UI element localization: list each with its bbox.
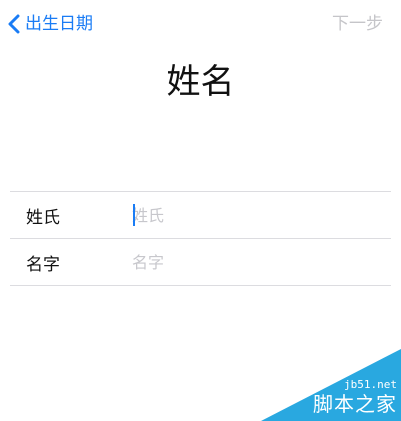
- first-name-row: 名字: [10, 239, 391, 285]
- next-button[interactable]: 下一步: [332, 10, 383, 38]
- page-title: 姓名: [166, 62, 235, 102]
- last-name-field[interactable]: [132, 205, 391, 225]
- name-entry-screen: 出生日期 下一步 姓名 姓氏 名字 jb51.net 脚本之家: [0, 0, 401, 421]
- watermark-name: 脚本之家: [313, 392, 397, 416]
- back-button-label: 出生日期: [25, 14, 93, 34]
- chevron-left-icon: [8, 14, 20, 34]
- site-watermark: jb51.net 脚本之家: [261, 349, 401, 421]
- back-button[interactable]: 出生日期: [8, 10, 93, 38]
- name-form: 姓氏 名字: [10, 191, 391, 286]
- first-name-field[interactable]: [132, 252, 391, 272]
- text-cursor: [133, 204, 135, 226]
- first-name-label: 名字: [26, 254, 60, 275]
- last-name-row: 姓氏: [10, 192, 391, 238]
- last-name-label: 姓氏: [26, 207, 60, 228]
- divider: [10, 285, 391, 286]
